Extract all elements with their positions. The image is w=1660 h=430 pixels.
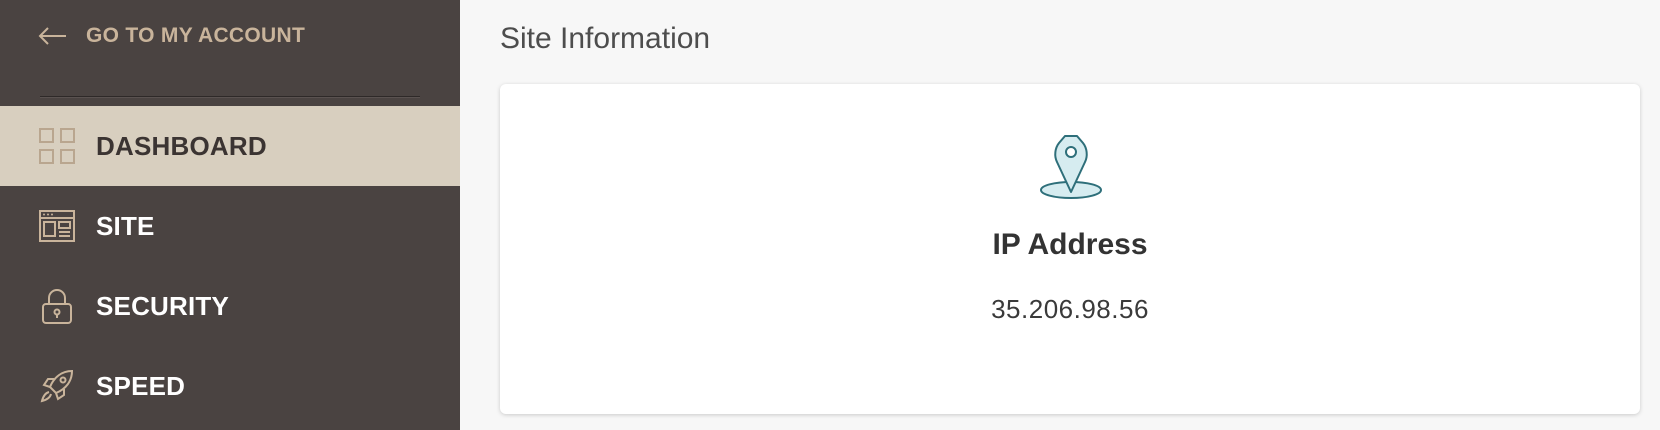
sidebar-item-label: SECURITY [96, 290, 230, 321]
go-to-my-account-link[interactable]: GO TO MY ACCOUNT [38, 18, 305, 54]
lock-icon [42, 289, 72, 324]
sidebar-item-site[interactable]: SITE [0, 186, 460, 266]
browser-window-icon [39, 210, 75, 242]
sidebar-item-security[interactable]: SECURITY [0, 266, 460, 346]
grid-icon [39, 128, 75, 164]
main-content: Site Information IP Address 35.206.98.56 [460, 0, 1660, 430]
map-pin-icon [1040, 135, 1102, 199]
go-to-my-account-label: GO TO MY ACCOUNT [86, 24, 306, 47]
sidebar: GO TO MY ACCOUNT DASHBOARD SITE SECURITY… [0, 0, 460, 430]
sidebar-item-label: SITE [96, 210, 155, 241]
sidebar-item-speed[interactable]: SPEED [0, 346, 460, 426]
ip-address-value: 35.206.98.56 [991, 294, 1149, 324]
rocket-icon [40, 369, 74, 403]
card-heading: IP Address [992, 228, 1148, 261]
arrow-left-icon [38, 27, 66, 45]
ip-address-card: IP Address 35.206.98.56 [500, 84, 1640, 414]
sidebar-item-dashboard[interactable]: DASHBOARD [0, 106, 460, 186]
sidebar-divider [40, 96, 420, 98]
sidebar-nav: DASHBOARD SITE SECURITY SPEED [0, 106, 460, 426]
sidebar-item-label: SPEED [96, 370, 186, 401]
app: GO TO MY ACCOUNT DASHBOARD SITE SECURITY… [0, 0, 1660, 430]
page-title: Site Information [500, 22, 711, 55]
sidebar-item-label: DASHBOARD [96, 130, 267, 161]
